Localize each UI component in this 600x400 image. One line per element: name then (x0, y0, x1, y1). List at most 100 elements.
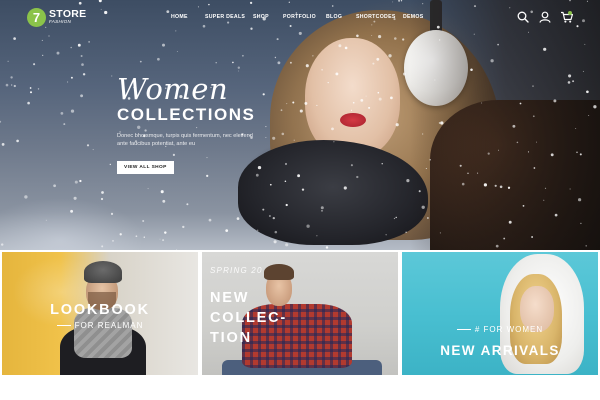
hero-script-title: Women (117, 72, 229, 106)
snowflake (60, 112, 64, 115)
snowflake (497, 43, 499, 46)
snowflake (554, 213, 558, 217)
snowflake (186, 203, 189, 206)
snowflake (301, 188, 305, 191)
snowflake (490, 59, 494, 63)
snowflake (325, 246, 329, 249)
snowflake (70, 109, 75, 113)
snowflake (368, 106, 371, 109)
snowflake (73, 196, 77, 200)
snowflake (519, 102, 522, 105)
snowflake (274, 230, 278, 234)
brand-logo[interactable]: 7 STORE FASHION (27, 8, 86, 27)
nav-item-demos[interactable]: DEMOS (403, 14, 424, 20)
snowflake (77, 43, 81, 47)
snowflake (402, 38, 405, 41)
snowflake (74, 180, 78, 184)
snowflake (390, 96, 393, 100)
snowflake (316, 235, 318, 237)
snowflake (1, 143, 5, 146)
snowflake (269, 183, 272, 186)
snowflake (405, 231, 407, 233)
snowflake (402, 72, 406, 76)
nav-item-shop[interactable]: SHOP (253, 14, 269, 20)
snowflake (395, 123, 399, 127)
snowflake (268, 215, 271, 217)
snowflake (182, 225, 185, 229)
hero-snowfall (0, 0, 597, 250)
snowflake (477, 172, 479, 174)
snowflake (0, 120, 2, 123)
view-all-shop-button[interactable]: VIEW ALL SHOP (117, 161, 174, 174)
snowflake (225, 229, 229, 232)
snowflake (13, 84, 16, 88)
banner-subtitle-text: # FOR WOMEN (474, 325, 544, 334)
snowflake (33, 63, 36, 66)
snowflake (276, 38, 279, 41)
snowflake (531, 236, 533, 238)
snowflake (331, 127, 334, 131)
snowflake (377, 91, 380, 94)
snowflake (206, 174, 209, 178)
snowflake (535, 141, 538, 143)
snowflake (208, 218, 212, 222)
snowflake (470, 68, 473, 72)
snowflake (394, 37, 397, 40)
snowflake (439, 232, 441, 234)
nav-item-shortcodes[interactable]: SHORTCODES (356, 14, 396, 20)
snowflake (241, 54, 244, 57)
snowflake (45, 219, 47, 221)
snowflake (360, 99, 364, 102)
banner-title-line: COLLEC- (210, 310, 288, 326)
banner-lookbook[interactable]: LOOKBOOK FOR REALMAN (2, 252, 198, 375)
snowflake (5, 83, 9, 87)
snowflake (27, 101, 30, 105)
snowflake (481, 102, 483, 104)
snowflake (280, 109, 283, 112)
banner-model-hair (264, 264, 294, 280)
user-icon[interactable] (538, 10, 552, 24)
snowflake (42, 54, 44, 57)
nav-item-blog[interactable]: BLOG (326, 14, 342, 20)
snowflake (335, 72, 339, 76)
search-icon[interactable] (516, 10, 530, 24)
snowflake (265, 136, 267, 138)
snowflake (119, 233, 122, 236)
snowflake (575, 128, 577, 130)
logo-text: STORE FASHION (49, 8, 86, 26)
snowflake (109, 163, 112, 166)
snowflake (238, 70, 240, 72)
snowflake (297, 174, 301, 178)
snowflake (393, 217, 396, 220)
banner-title: LOOKBOOK (50, 302, 150, 318)
snowflake (306, 224, 310, 228)
snowflake (274, 56, 277, 59)
nav-item-home[interactable]: HOME (171, 14, 188, 20)
snowflake (312, 55, 314, 57)
nav-item-portfolio[interactable]: PORTFOLIO (283, 14, 316, 20)
snowflake (425, 168, 427, 169)
snowflake (162, 239, 165, 242)
snowflake (0, 243, 4, 246)
snowflake (483, 183, 487, 187)
snowflake (507, 186, 511, 189)
snowflake (512, 124, 516, 128)
snowflake (135, 235, 138, 238)
snowflake (265, 126, 267, 128)
snowflake (327, 82, 329, 84)
snowflake (422, 133, 424, 135)
nav-item-super-deals[interactable]: SUPER DEALS (205, 14, 245, 20)
snowflake (305, 64, 309, 68)
banner-subtitle-text: FOR REALMAN (74, 321, 144, 330)
snowflake (553, 99, 557, 103)
banner-title: NEW COLLEC- TION (210, 288, 330, 348)
snowflake (543, 199, 545, 201)
snowflake (176, 249, 178, 250)
snowflake (418, 190, 421, 193)
banner-new-arrivals[interactable]: # FOR WOMEN NEW ARRIVALS (402, 252, 598, 375)
snowflake (143, 236, 146, 238)
snowflake (487, 152, 490, 155)
banner-new-collection[interactable]: SPRING 20 NEW COLLEC- TION (202, 252, 398, 375)
snowflake (461, 182, 465, 186)
snowflake (593, 105, 597, 109)
